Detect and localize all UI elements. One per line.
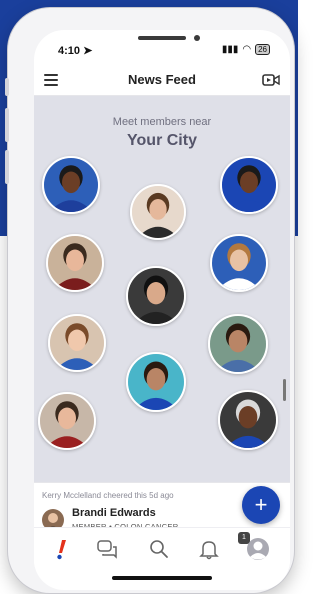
- member-avatar[interactable]: [218, 390, 278, 450]
- speaker-notch: [138, 36, 186, 40]
- page-title: News Feed: [128, 72, 196, 87]
- app-screen: 4:10 ➤ ▮▮▮ ◠ 26 News Feed Meet members n…: [34, 30, 290, 590]
- plus-icon: +: [254, 492, 268, 517]
- video-camera-icon[interactable]: [262, 73, 280, 87]
- city-heading: Your City: [127, 132, 197, 149]
- signal-icon: ▮▮▮: [221, 44, 239, 55]
- member-avatar[interactable]: [210, 234, 268, 292]
- phone-frame: 4:10 ➤ ▮▮▮ ◠ 26 News Feed Meet members n…: [5, 8, 294, 593]
- chat-bubbles-icon[interactable]: [96, 538, 118, 560]
- members-map-area: Meet members near Your City: [34, 96, 290, 482]
- member-avatar[interactable]: [126, 266, 186, 326]
- member-avatar[interactable]: [208, 314, 268, 374]
- bottom-tab-bar: 1: [34, 527, 290, 567]
- wifi-icon: ◠: [242, 44, 252, 55]
- meet-members-label: Meet members near: [112, 116, 212, 128]
- scrollbar-thumb[interactable]: [283, 379, 286, 401]
- bell-icon[interactable]: [198, 538, 220, 560]
- member-avatar[interactable]: [126, 352, 186, 412]
- phone-side-button: [5, 78, 9, 96]
- status-indicators: ▮▮▮ ◠ 26: [222, 44, 270, 55]
- header-bar: News Feed: [34, 64, 290, 96]
- exclamation-logo-icon[interactable]: [50, 538, 72, 560]
- member-avatar[interactable]: [38, 392, 96, 450]
- profile-icon[interactable]: [246, 537, 270, 561]
- member-avatar[interactable]: [130, 184, 186, 240]
- member-avatar[interactable]: [42, 156, 100, 214]
- status-bar: 4:10 ➤ ▮▮▮ ◠ 26: [34, 42, 290, 58]
- location-arrow-icon: ➤: [80, 45, 93, 57]
- search-icon[interactable]: [148, 538, 170, 560]
- status-time: 4:10 ➤: [58, 45, 93, 57]
- activity-member-name[interactable]: Brandi Edwards: [72, 507, 156, 519]
- phone-volume-down-button: [5, 150, 9, 184]
- member-avatar[interactable]: [46, 234, 104, 292]
- home-indicator[interactable]: [112, 576, 212, 580]
- phone-volume-up-button: [5, 108, 9, 142]
- add-post-button[interactable]: +: [242, 486, 280, 524]
- battery-icon: 26: [255, 44, 270, 55]
- front-camera: [194, 35, 200, 41]
- member-avatar[interactable]: [48, 314, 106, 372]
- member-avatar[interactable]: [220, 156, 278, 214]
- activity-meta-text: Kerry Mcclelland cheered this 5d ago: [42, 491, 174, 500]
- hamburger-menu-icon[interactable]: [44, 74, 58, 89]
